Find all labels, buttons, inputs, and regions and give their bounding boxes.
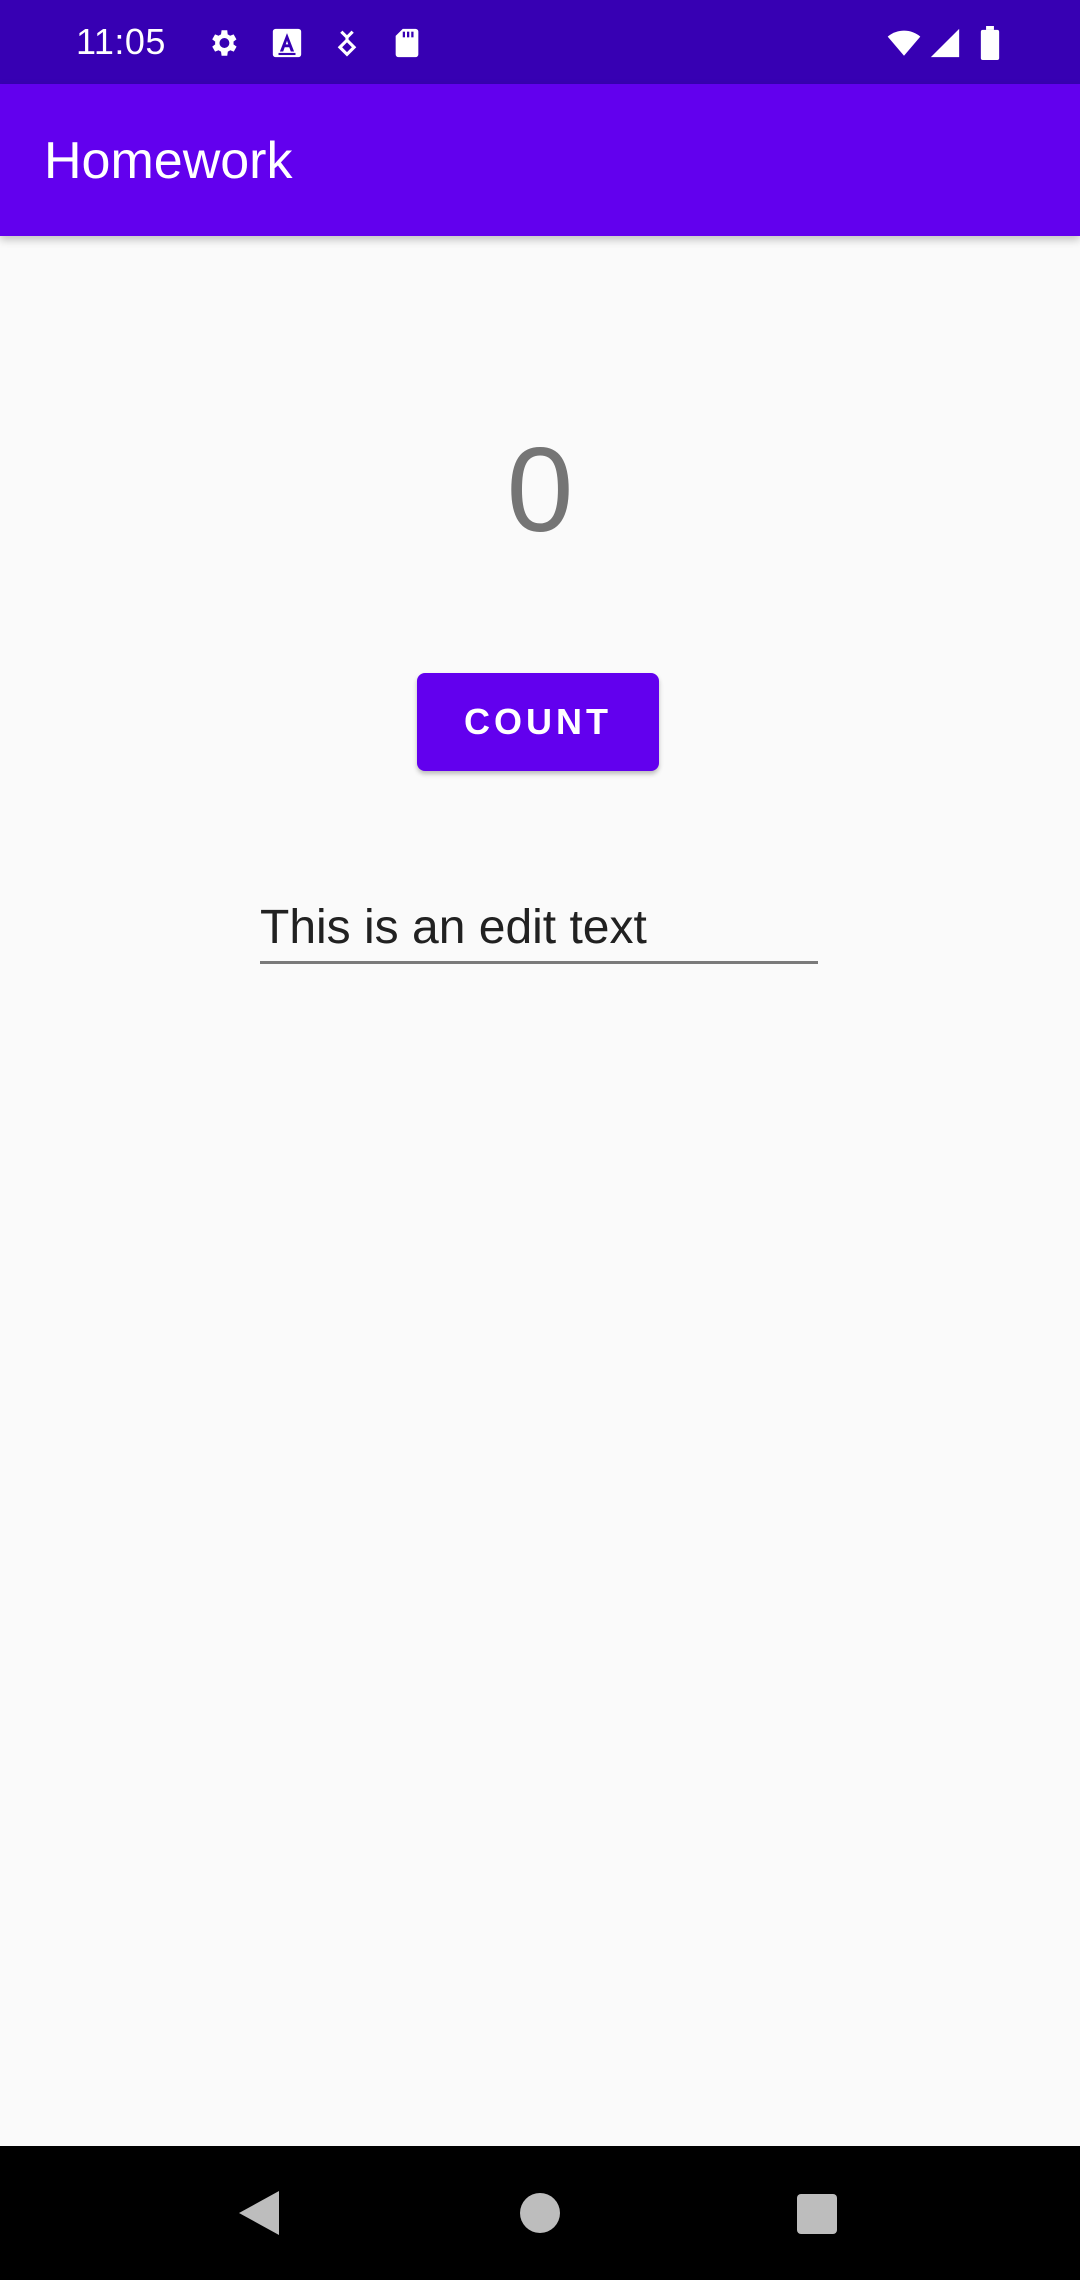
status-time: 11:05 <box>76 21 166 62</box>
back-icon[interactable] <box>238 2191 280 2235</box>
app-title: Homework <box>44 132 293 190</box>
sd-card-icon <box>390 26 424 60</box>
app-bar: Homework <box>0 84 1080 236</box>
navigation-bar <box>0 2146 1080 2280</box>
home-icon[interactable] <box>520 2193 560 2233</box>
counter-text: 0 <box>506 423 574 557</box>
recents-icon[interactable] <box>797 2194 837 2234</box>
status-bar: 11:05 <box>0 0 1080 84</box>
count-button[interactable]: COUNT <box>417 673 659 771</box>
transfer-icon <box>330 26 364 60</box>
signal-icon <box>928 26 962 60</box>
text-a-icon <box>270 26 304 60</box>
wifi-icon <box>884 26 924 60</box>
gear-icon <box>206 26 240 60</box>
battery-icon <box>976 26 1004 60</box>
edit-text-field[interactable] <box>260 894 818 964</box>
